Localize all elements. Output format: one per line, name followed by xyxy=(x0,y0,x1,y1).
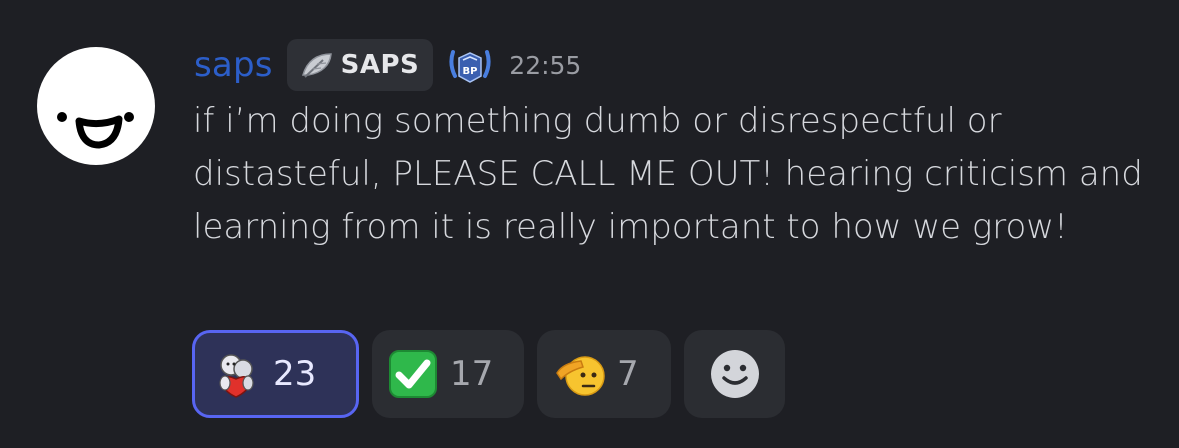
message-text: if i’m doing something dumb or disrespec… xyxy=(193,101,1143,247)
reaction-count: 17 xyxy=(450,354,494,394)
server-tag[interactable]: SAPS xyxy=(286,39,434,91)
message-timestamp: 22:55 xyxy=(509,50,582,80)
reaction-saluting-face[interactable]: 7 xyxy=(537,330,671,418)
reaction-check-mark[interactable]: 17 xyxy=(372,330,524,418)
white-check-mark-emoji xyxy=(389,350,437,398)
server-tag-label: SAPS xyxy=(340,50,420,80)
smiley-face-avatar-icon xyxy=(57,112,134,149)
chat-message: saps SAPS BP 22:55 if i’m doing somethin… xyxy=(0,0,1179,448)
reaction-hug-sticker[interactable]: 23 xyxy=(192,330,359,418)
add-reaction-button[interactable] xyxy=(684,330,785,418)
bp-badge-icon[interactable]: BP xyxy=(447,42,493,88)
reaction-count: 7 xyxy=(617,354,639,394)
author-name[interactable]: saps xyxy=(194,45,273,85)
hug-sticker-emoji xyxy=(219,354,254,398)
message-header: saps SAPS BP 22:55 xyxy=(194,38,581,92)
svg-text:BP: BP xyxy=(463,66,478,77)
user-avatar[interactable] xyxy=(37,47,155,165)
saluting-face-emoji xyxy=(556,356,605,396)
add-reaction-smiley-icon xyxy=(710,350,759,398)
reactions-bar: 23 17 7 xyxy=(192,330,785,418)
feather-icon xyxy=(301,53,332,78)
reaction-count: 23 xyxy=(273,354,317,394)
